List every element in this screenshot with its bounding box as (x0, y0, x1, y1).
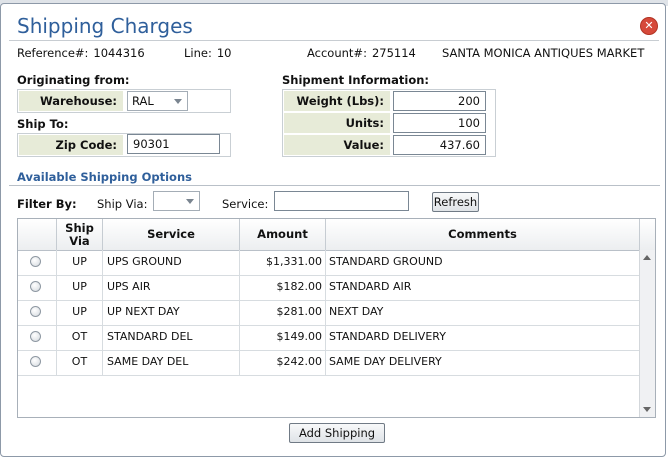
service-input[interactable] (274, 191, 409, 211)
line-info: Line: 10 (184, 46, 231, 60)
row-select-cell (18, 350, 57, 375)
row-select-cell (18, 325, 57, 350)
ship-via-cell: OT (57, 325, 103, 350)
comments-cell: SAME DAY DELIVERY (326, 350, 640, 375)
chevron-down-icon (174, 99, 182, 104)
service-cell: STANDARD DEL (103, 325, 240, 350)
table-row[interactable]: UP UPS AIR $182.00 STANDARD AIR (18, 275, 640, 301)
reference-label: Reference#: (17, 46, 89, 60)
row-select-radio[interactable] (30, 281, 41, 292)
amount-cell: $149.00 (240, 325, 326, 350)
available-options-title: Available Shipping Options (17, 170, 192, 184)
value-input[interactable]: 437.60 (393, 135, 486, 155)
units-input[interactable]: 100 (393, 113, 486, 133)
reference-info: Reference#: 1044316 (17, 46, 145, 60)
zip-code-label: Zip Code: (19, 135, 123, 155)
service-cell: UPS GROUND (103, 250, 240, 275)
weight-input[interactable]: 200 (393, 91, 486, 111)
title-divider (9, 40, 659, 41)
scroll-up-icon[interactable] (643, 255, 651, 260)
account-value: 275114 (371, 46, 416, 60)
weight-label: Weight (Lbs): (284, 91, 390, 111)
table-row[interactable]: UP UPS GROUND $1,331.00 STANDARD GROUND (18, 250, 640, 276)
ship-via-cell: UP (57, 300, 103, 325)
close-icon[interactable]: ✕ (640, 17, 658, 35)
comments-cell: STANDARD DELIVERY (326, 325, 640, 350)
warehouse-select[interactable]: RAL (127, 91, 188, 111)
service-label: Service: (222, 197, 269, 211)
shipment-info-label: Shipment Information: (282, 73, 430, 87)
ship-via-cell: OT (57, 350, 103, 375)
origin-box: Warehouse: RAL (17, 89, 231, 113)
row-select-radio[interactable] (30, 256, 41, 267)
ship-via-label: Ship Via: (97, 197, 148, 211)
amount-cell: $182.00 (240, 275, 326, 300)
service-cell: UPS AIR (103, 275, 240, 300)
warehouse-value: RAL (132, 94, 154, 108)
ship-to-label: Ship To: (17, 117, 69, 131)
ship-via-cell: UP (57, 275, 103, 300)
dialog-title: Shipping Charges (17, 14, 193, 38)
shipping-options-grid: Ship Via Service Amount Comments UP UPS … (17, 218, 656, 418)
account-label: Account#: (307, 46, 367, 60)
zip-code-input[interactable]: 90301 (127, 134, 220, 154)
options-divider (9, 185, 660, 186)
filter-by-label: Filter By: (17, 197, 77, 211)
table-row[interactable]: OT SAME DAY DEL $242.00 SAME DAY DELIVER… (18, 350, 640, 376)
chevron-down-icon (186, 199, 194, 204)
shipping-charges-dialog: Shipping Charges ✕ Reference#: 1044316 Li… (0, 3, 666, 457)
grid-vertical-scrollbar[interactable] (639, 250, 655, 417)
warehouse-label: Warehouse: (19, 91, 123, 111)
row-select-cell (18, 250, 57, 275)
service-cell: SAME DAY DEL (103, 350, 240, 375)
amount-cell: $281.00 (240, 300, 326, 325)
row-select-cell (18, 300, 57, 325)
line-label: Line: (184, 46, 212, 60)
table-row[interactable]: UP UP NEXT DAY $281.00 NEXT DAY (18, 300, 640, 326)
shipment-info-box: Weight (Lbs): 200 Units: 100 Value: 437.… (282, 89, 496, 157)
refresh-button[interactable]: Refresh (432, 192, 479, 212)
reference-value: 1044316 (93, 46, 145, 60)
column-header-ship-via[interactable]: Ship Via (57, 219, 103, 250)
line-value: 10 (216, 46, 232, 60)
ship-to-box: Zip Code: 90301 (17, 133, 231, 157)
service-cell: UP NEXT DAY (103, 300, 240, 325)
scroll-down-icon[interactable] (643, 407, 651, 412)
amount-cell: $1,331.00 (240, 250, 326, 275)
row-select-radio[interactable] (30, 306, 41, 317)
row-select-cell (18, 275, 57, 300)
ship-via-cell: UP (57, 250, 103, 275)
column-header-service[interactable]: Service (103, 219, 240, 250)
table-row[interactable]: OT STANDARD DEL $149.00 STANDARD DELIVER… (18, 325, 640, 351)
account-info: Account#: 275114 (307, 46, 416, 60)
column-header-comments[interactable]: Comments (326, 219, 640, 250)
radio-column-header (18, 219, 57, 250)
grid-header: Ship Via Service Amount Comments (18, 219, 640, 251)
comments-cell: STANDARD GROUND (326, 250, 640, 275)
comments-cell: NEXT DAY (326, 300, 640, 325)
comments-cell: STANDARD AIR (326, 275, 640, 300)
value-label: Value: (284, 135, 390, 155)
row-select-radio[interactable] (30, 356, 41, 367)
row-select-radio[interactable] (30, 331, 41, 342)
units-label: Units: (284, 113, 390, 133)
customer-name: SANTA MONICA ANTIQUES MARKET (442, 46, 645, 60)
grid-header-corner (639, 219, 655, 251)
ship-via-select[interactable] (153, 191, 200, 211)
amount-cell: $242.00 (240, 350, 326, 375)
add-shipping-button[interactable]: Add Shipping (289, 423, 385, 443)
originating-from-label: Originating from: (17, 73, 130, 87)
column-header-amount[interactable]: Amount (240, 219, 326, 250)
